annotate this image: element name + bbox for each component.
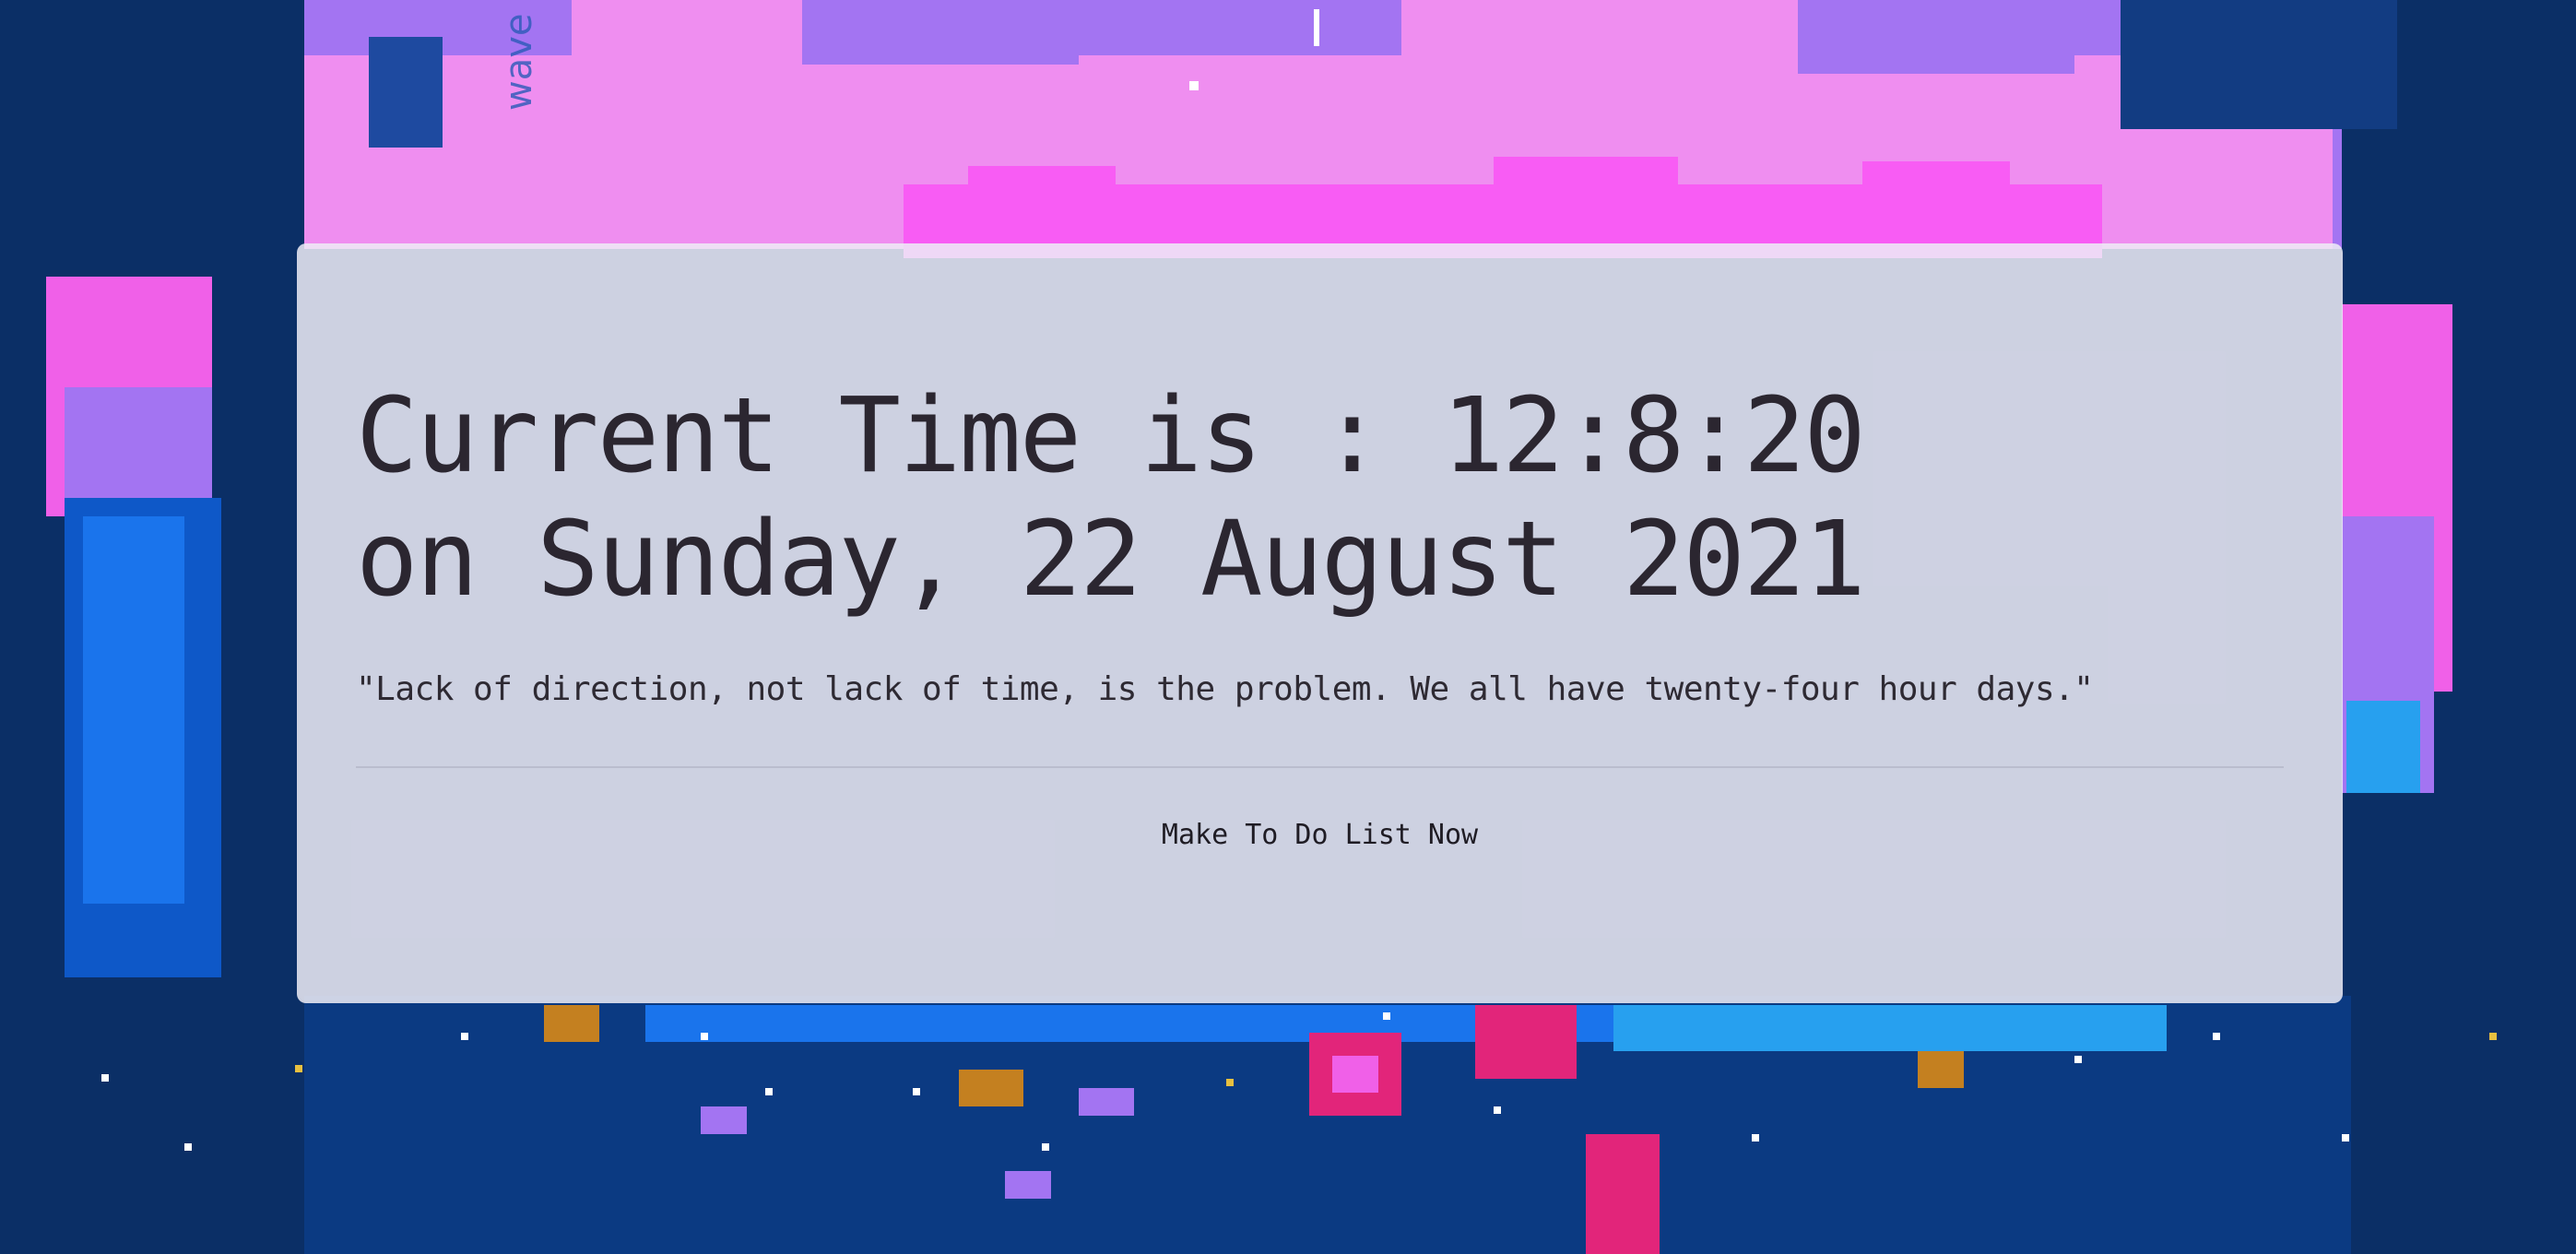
make-todo-list-button[interactable]: Make To Do List Now [297, 817, 2343, 854]
time-heading: Current Time is : 12:8:20 on Sunday, 22 … [356, 374, 1866, 621]
watermark-text: wave [498, 13, 540, 111]
current-date-text: on Sunday, 22 August 2021 [356, 500, 1866, 620]
clock-panel: Current Time is : 12:8:20 on Sunday, 22 … [297, 243, 2343, 1003]
divider [356, 766, 2284, 768]
make-todo-list-label[interactable]: Make To Do List Now [1162, 819, 1478, 851]
quote-text: "Lack of direction, not lack of time, is… [356, 670, 2094, 708]
current-time-text: Current Time is : 12:8:20 [356, 376, 1866, 496]
